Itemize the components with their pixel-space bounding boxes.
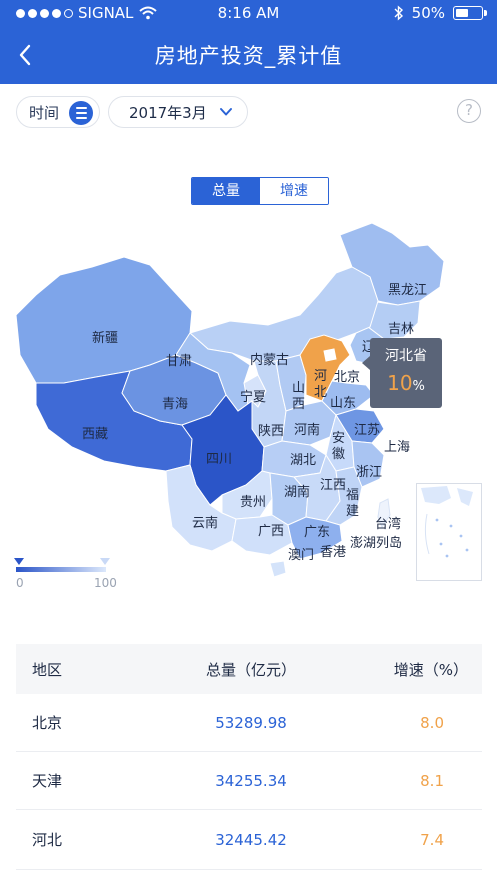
tooltip-unit: % bbox=[412, 379, 425, 394]
row-growth: 8.1 bbox=[420, 771, 444, 790]
province-label-neimenggu: 内蒙古 bbox=[250, 353, 290, 368]
table-row[interactable]: 天津 34255.34 8.1 bbox=[16, 752, 482, 810]
tab-growth[interactable]: 增速 bbox=[260, 178, 328, 204]
province-label-xizang: 西藏 bbox=[82, 427, 109, 442]
row-total: 34255.34 bbox=[215, 771, 287, 790]
date-selector[interactable]: 2017年3月 bbox=[108, 96, 248, 128]
tooltip-value: 10% bbox=[370, 365, 442, 395]
province-label-yunnan: 云南 bbox=[192, 516, 219, 531]
legend-gradient-bar bbox=[16, 567, 106, 572]
province-label-guangxi: 广西 bbox=[258, 524, 285, 539]
province-label-sichuan: 四川 bbox=[206, 452, 233, 467]
province-label-qinghai: 青海 bbox=[162, 397, 189, 412]
province-label-zhejiang: 浙江 bbox=[356, 465, 383, 480]
row-growth: 8.0 bbox=[420, 713, 444, 732]
tooltip-province-name: 河北省 bbox=[385, 348, 427, 364]
province-label-henan: 河南 bbox=[294, 423, 321, 438]
tab-total[interactable]: 总量 bbox=[192, 178, 260, 204]
row-total: 53289.98 bbox=[215, 713, 287, 732]
province-label-xianggang: 香港 bbox=[320, 545, 347, 560]
table-row[interactable]: 北京 53289.98 8.0 bbox=[16, 694, 482, 752]
province-label-shanghai: 上海 bbox=[384, 440, 411, 455]
province-label-anhui: 安徽 bbox=[332, 431, 346, 462]
province-label-hubei: 湖北 bbox=[290, 453, 317, 468]
province-label-penghu: 澎湖列岛 bbox=[350, 536, 403, 551]
time-filter-label: 时间 bbox=[29, 103, 60, 122]
region-data-table: 地区 总量（亿元） 增速（%） 北京 53289.98 8.0 天津 34255… bbox=[16, 644, 482, 870]
province-label-fujian: 福建 bbox=[346, 488, 360, 519]
legend-max-handle[interactable] bbox=[100, 558, 110, 565]
province-label-gansu: 甘肃 bbox=[166, 354, 193, 369]
filter-row: 时间 2017年3月 ? bbox=[0, 84, 497, 140]
legend-max-label: 100 bbox=[94, 576, 117, 590]
province-label-shandong: 山东 bbox=[330, 396, 357, 411]
province-label-aomen: 澳门 bbox=[288, 548, 315, 563]
table-header: 地区 总量（亿元） 增速（%） bbox=[16, 644, 482, 694]
header-region: 地区 bbox=[32, 660, 63, 679]
chevron-down-icon bbox=[220, 108, 232, 116]
province-label-heilongjiang: 黑龙江 bbox=[388, 283, 428, 298]
row-region: 北京 bbox=[32, 714, 63, 732]
header-total: 总量（亿元） bbox=[205, 660, 296, 679]
legend-min-label: 0 bbox=[16, 576, 24, 590]
province-label-shanxi: 山西 bbox=[292, 381, 306, 412]
province-label-xinjiang: 新疆 bbox=[92, 331, 119, 346]
row-growth: 7.4 bbox=[420, 830, 444, 849]
row-total: 32445.42 bbox=[215, 830, 287, 849]
navigation-bar: 房地产投资_累计值 bbox=[0, 26, 497, 84]
help-icon[interactable]: ? bbox=[457, 99, 481, 123]
south-china-sea-inset bbox=[416, 483, 482, 581]
page-title: 房地产投资_累计值 bbox=[154, 44, 343, 68]
map-region-neimenggu[interactable] bbox=[188, 266, 379, 362]
date-value: 2017年3月 bbox=[129, 103, 207, 122]
battery-icon bbox=[453, 6, 487, 20]
province-tooltip: 河北省 10% bbox=[362, 338, 442, 408]
battery-percent: 50% bbox=[411, 4, 445, 22]
color-scale-legend: 0 100 bbox=[14, 557, 117, 593]
map-region-hainan[interactable] bbox=[269, 560, 287, 578]
legend-min-handle[interactable] bbox=[14, 558, 24, 565]
province-label-ningxia: 宁夏 bbox=[240, 390, 267, 405]
province-label-guizhou: 贵州 bbox=[240, 495, 267, 510]
row-region: 天津 bbox=[32, 772, 63, 790]
menu-icon bbox=[69, 101, 93, 125]
province-label-guangdong: 广东 bbox=[304, 525, 331, 540]
province-label-beijing: 北京 bbox=[334, 370, 361, 385]
header-growth: 增速（%） bbox=[393, 660, 468, 679]
province-label-taiwan: 台湾 bbox=[375, 517, 402, 532]
province-label-hunan: 湖南 bbox=[284, 485, 311, 500]
province-label-jiangxi: 江西 bbox=[320, 478, 347, 493]
province-label-hebei: 河北 bbox=[314, 369, 328, 400]
time-filter-button[interactable]: 时间 bbox=[16, 96, 100, 128]
province-label-jiangsu: 江苏 bbox=[354, 423, 381, 438]
bluetooth-icon bbox=[394, 5, 403, 21]
table-row[interactable]: 河北 32445.42 7.4 bbox=[16, 810, 482, 870]
province-label-jilin: 吉林 bbox=[388, 322, 415, 337]
status-bar: SIGNAL 8:16 AM 50% bbox=[0, 0, 497, 26]
metric-segmented-control: 总量 增速 bbox=[191, 177, 329, 205]
inset-map-shapes bbox=[421, 486, 473, 558]
tooltip-number: 10 bbox=[387, 371, 413, 395]
row-region: 河北 bbox=[32, 831, 63, 849]
map-region-beijing[interactable] bbox=[323, 348, 337, 362]
province-label-shaanxi: 陕西 bbox=[258, 424, 285, 439]
